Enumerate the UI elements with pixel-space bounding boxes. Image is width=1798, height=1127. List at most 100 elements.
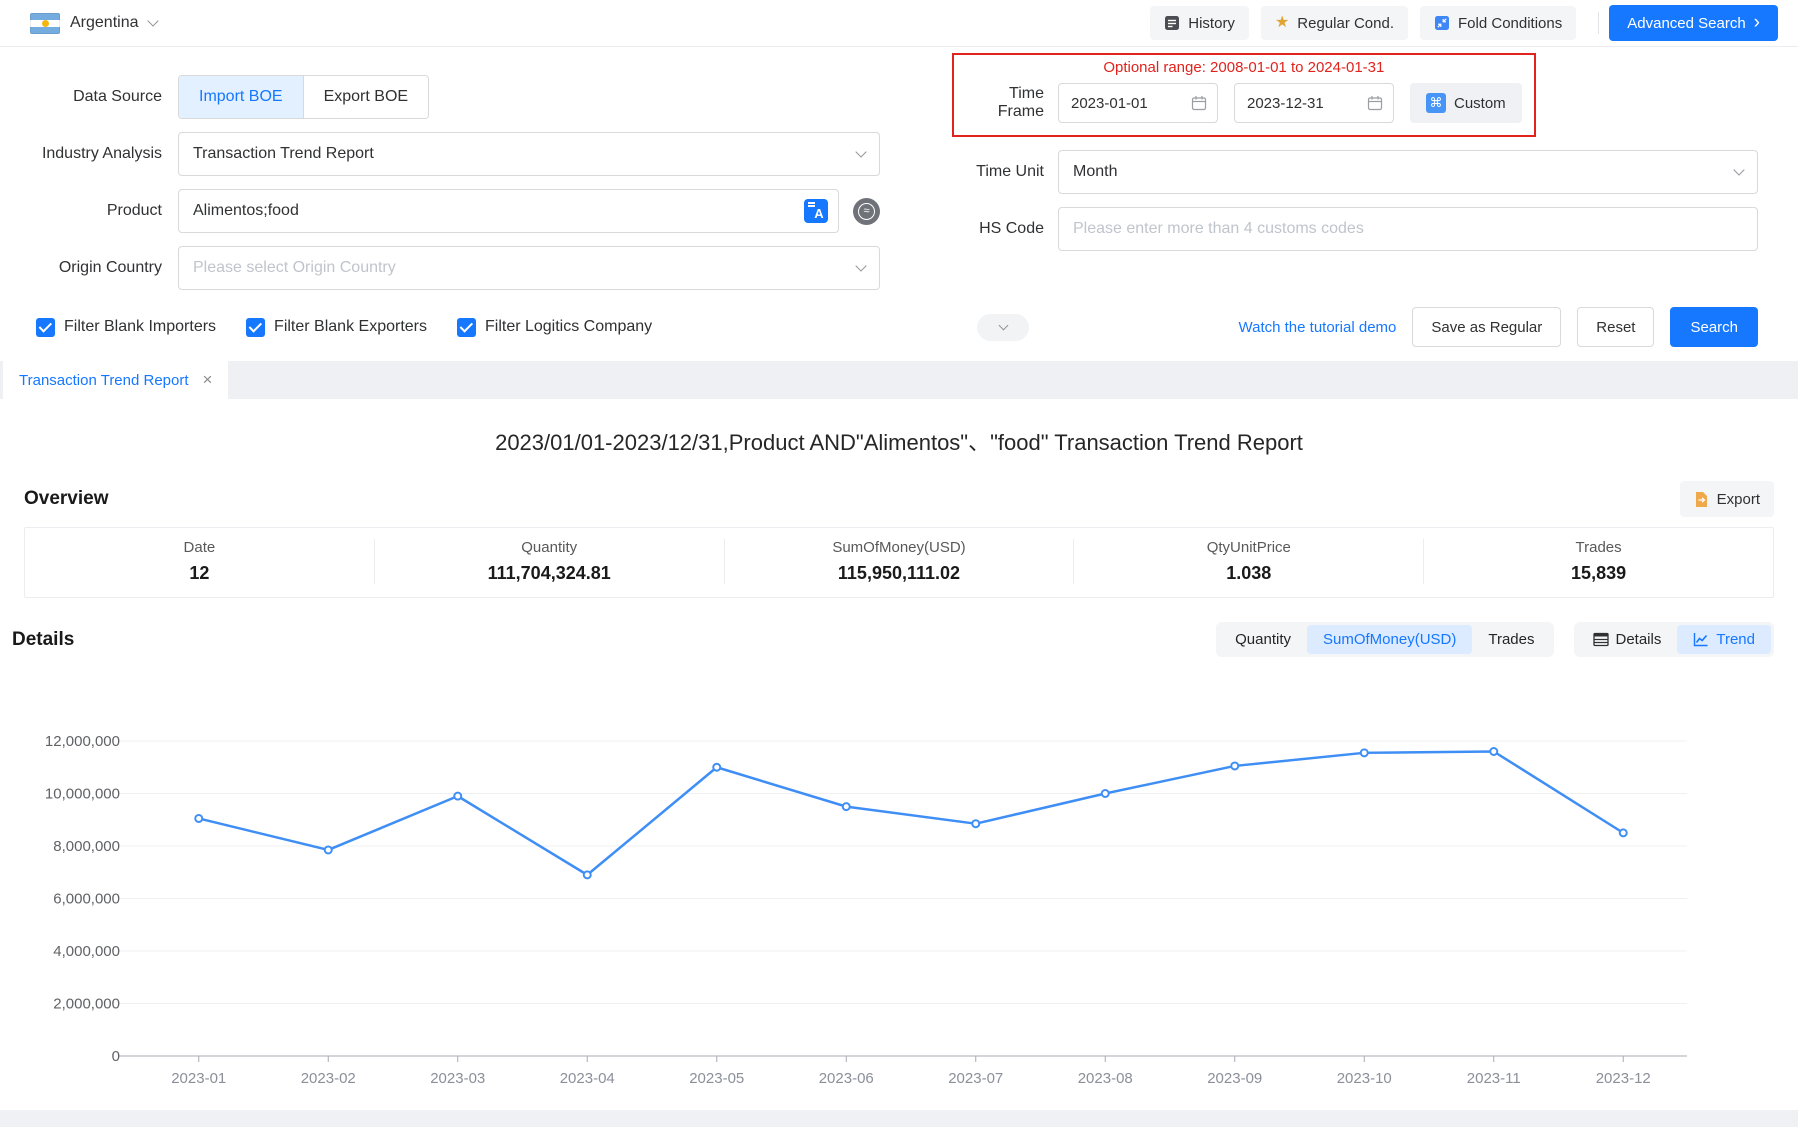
checkbox-checked-icon [457, 318, 476, 337]
x-axis-tick-label: 2023-11 [1467, 1070, 1521, 1087]
y-axis-tick-label: 0 [112, 1048, 120, 1065]
argentina-flag-icon [30, 13, 60, 34]
stat-date: Date 12 [25, 539, 374, 584]
regular-cond-button[interactable]: ★ Regular Cond. [1261, 6, 1408, 40]
report-title: 2023/01/01-2023/12/31,Product AND"Alimen… [0, 425, 1798, 457]
history-label: History [1188, 15, 1235, 32]
overview-header-row: Overview Export [0, 471, 1798, 527]
search-form: Data Source Import BOE Export BOE Indust… [0, 47, 1798, 303]
hs-code-input[interactable] [1073, 220, 1743, 238]
industry-analysis-select[interactable]: Transaction Trend Report [178, 132, 880, 176]
calendar-icon [1367, 95, 1383, 111]
start-date-value: 2023-01-01 [1071, 95, 1191, 112]
data-point [1231, 762, 1238, 769]
tab-export-boe[interactable]: Export BOE [303, 76, 428, 118]
product-label: Product [0, 202, 178, 220]
expand-conditions-button[interactable] [977, 314, 1029, 341]
fold-conditions-button[interactable]: Fold Conditions [1420, 6, 1576, 40]
metric-tab-quantity[interactable]: Quantity [1219, 625, 1307, 654]
view-toggle: Details Trend [1574, 622, 1775, 657]
checkbox-checked-icon [36, 318, 55, 337]
view-tab-details[interactable]: Details [1577, 625, 1678, 654]
data-point [195, 815, 202, 822]
tab-transaction-trend-report[interactable]: Transaction Trend Report × [3, 361, 228, 399]
search-button[interactable]: Search [1670, 307, 1758, 347]
translate-icon[interactable]: A [804, 199, 828, 223]
time-unit-label: Time Unit [952, 163, 1058, 181]
details-heading: Details [12, 629, 74, 651]
product-field: A [178, 189, 839, 233]
metric-tab-sum-of-money[interactable]: SumOfMoney(USD) [1307, 625, 1472, 654]
x-axis-tick-label: 2023-04 [560, 1070, 615, 1087]
product-input[interactable] [193, 202, 794, 220]
top-bar: Argentina History ★ Regular Cond. Fold C… [0, 0, 1798, 47]
data-point [325, 846, 332, 853]
view-tab-trend[interactable]: Trend [1677, 625, 1771, 654]
data-point [1361, 749, 1368, 756]
x-axis-tick-label: 2023-09 [1207, 1070, 1262, 1087]
data-source-tabs: Import BOE Export BOE [178, 75, 429, 119]
calendar-icon [1191, 95, 1207, 111]
data-point [1620, 829, 1627, 836]
data-point [1490, 748, 1497, 755]
fold-icon [1434, 15, 1450, 31]
data-point [584, 871, 591, 878]
save-as-regular-button[interactable]: Save as Regular [1412, 307, 1561, 347]
country-name: Argentina [70, 14, 139, 32]
checkbox-checked-icon [246, 318, 265, 337]
country-selector[interactable]: Argentina [30, 13, 157, 34]
x-axis-tick-label: 2023-01 [171, 1070, 226, 1087]
line-chart-icon [1693, 632, 1709, 647]
x-axis-tick-label: 2023-08 [1078, 1070, 1133, 1087]
fold-conditions-label: Fold Conditions [1458, 15, 1562, 32]
regular-cond-label: Regular Cond. [1297, 15, 1394, 32]
time-frame-label: Time Frame [966, 85, 1058, 121]
form-right-column: Optional range: 2008-01-01 to 2024-01-31… [952, 53, 1758, 303]
stat-trades: Trades 15,839 [1423, 539, 1773, 584]
optional-range-text: Optional range: 2008-01-01 to 2024-01-31 [966, 57, 1522, 83]
x-axis-tick-label: 2023-12 [1596, 1070, 1651, 1087]
y-axis-tick-label: 10,000,000 [45, 786, 120, 803]
star-icon: ★ [1275, 15, 1289, 31]
data-point [972, 820, 979, 827]
time-unit-select[interactable]: Month [1058, 150, 1758, 194]
origin-country-placeholder: Please select Origin Country [193, 259, 857, 277]
chevron-right-icon: › [1754, 13, 1760, 32]
close-icon[interactable]: × [203, 370, 213, 390]
export-icon [1694, 491, 1709, 508]
custom-range-button[interactable]: ⌘ Custom [1410, 83, 1522, 123]
x-axis-tick-label: 2023-07 [948, 1070, 1003, 1087]
reset-button[interactable]: Reset [1577, 307, 1654, 347]
origin-country-select[interactable]: Please select Origin Country [178, 246, 880, 290]
footer-bar [0, 1110, 1798, 1127]
export-button[interactable]: Export [1680, 481, 1774, 517]
fuzzy-search-icon[interactable]: ≈ [853, 198, 880, 225]
trend-line [199, 752, 1624, 875]
chevron-down-icon [855, 146, 866, 157]
hs-code-label: HS Code [952, 220, 1058, 238]
table-icon [1593, 632, 1609, 647]
data-point [454, 793, 461, 800]
metric-tab-trades[interactable]: Trades [1472, 625, 1550, 654]
overview-heading: Overview [24, 488, 109, 510]
end-date-input[interactable]: 2023-12-31 [1234, 83, 1394, 123]
data-source-label: Data Source [0, 88, 178, 106]
start-date-input[interactable]: 2023-01-01 [1058, 83, 1218, 123]
data-point [1102, 790, 1109, 797]
chevron-down-icon [855, 260, 866, 271]
data-point [843, 803, 850, 810]
filter-blank-exporters-checkbox[interactable]: Filter Blank Exporters [246, 318, 427, 337]
metric-toggle: Quantity SumOfMoney(USD) Trades [1216, 622, 1553, 657]
tab-import-boe[interactable]: Import BOE [179, 76, 303, 118]
filters-actions-row: Filter Blank Importers Filter Blank Expo… [0, 303, 1798, 361]
advanced-search-button[interactable]: Advanced Search › [1609, 5, 1778, 41]
y-axis-tick-label: 12,000,000 [45, 733, 120, 750]
tutorial-link[interactable]: Watch the tutorial demo [1239, 319, 1397, 336]
data-point [713, 764, 720, 771]
y-axis-tick-label: 6,000,000 [53, 891, 120, 908]
history-button[interactable]: History [1150, 6, 1249, 40]
filter-blank-importers-checkbox[interactable]: Filter Blank Importers [36, 318, 216, 337]
filter-logitics-company-checkbox[interactable]: Filter Logitics Company [457, 318, 652, 337]
x-axis-tick-label: 2023-10 [1337, 1070, 1392, 1087]
custom-label: Custom [1454, 95, 1506, 112]
